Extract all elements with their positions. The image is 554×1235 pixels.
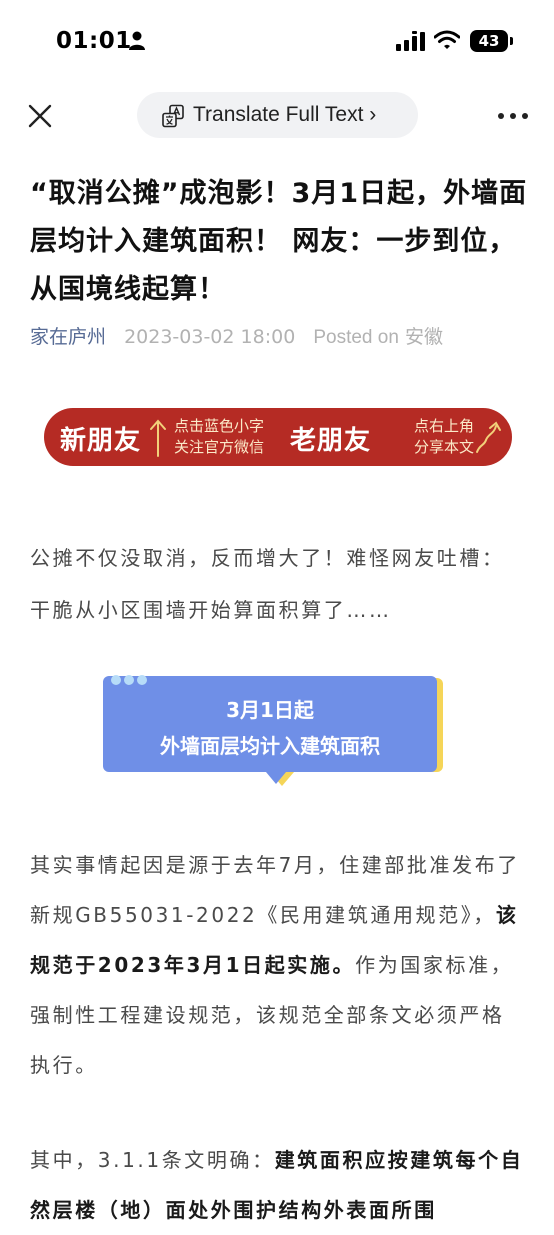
paragraph-background-text-a: 其实事情起因是源于去年7月，住建部批准发布了新规GB55031-2022《民用建… bbox=[30, 853, 520, 927]
translate-icon bbox=[162, 104, 184, 128]
highlight-card-line1: 3月1日起 bbox=[226, 698, 314, 722]
paragraph-clause-text: 其中，3.1.1条文明确： bbox=[30, 1148, 275, 1172]
wifi-icon bbox=[434, 30, 460, 49]
up-arrow-icon bbox=[150, 419, 166, 457]
article-meta: 家在庐州 2023-03-02 18:00 Posted on 安徽 bbox=[30, 322, 443, 349]
banner-new-hint-line2: 关注官方微信 bbox=[174, 438, 265, 456]
battery-icon: 43 bbox=[470, 30, 508, 52]
translate-label: Translate Full Text › bbox=[193, 103, 377, 126]
translate-full-text-button[interactable]: Translate Full Text › bbox=[137, 92, 418, 138]
paragraph-intro: 公摊不仅没取消，反而增大了！难怪网友吐槽：干脆从小区围墙开始算面积算了…… bbox=[30, 546, 505, 622]
card-dots bbox=[111, 670, 150, 689]
account-name-link[interactable]: 家在庐州 bbox=[30, 326, 106, 348]
banner-new-friend: 新朋友 bbox=[60, 426, 142, 456]
status-bar: 01:01 43 bbox=[0, 0, 554, 84]
publish-location: 安徽 bbox=[404, 326, 443, 348]
banner-old-hint-line2: 分享本文 bbox=[414, 438, 475, 456]
highlight-card-line2: 外墙面层均计入建筑面积 bbox=[160, 734, 380, 758]
publish-date: 2023-03-02 18:00 bbox=[124, 326, 296, 348]
banner-new-hint-line1: 点击蓝色小字 bbox=[174, 417, 265, 435]
banner-new-hint: 点击蓝色小字 关注官方微信 bbox=[174, 416, 264, 458]
banner-old-friend: 老朋友 bbox=[290, 426, 372, 456]
more-icon[interactable] bbox=[498, 106, 528, 126]
signal-icon bbox=[396, 31, 425, 51]
highlight-card: 3月1日起 外墙面层均计入建筑面积 bbox=[103, 675, 437, 772]
banner-old-hint-line1: 点右上角 bbox=[414, 417, 475, 435]
banner-old-hint: 点右上角 分享本文 bbox=[414, 416, 474, 458]
follow-share-banner[interactable]: 新朋友 点击蓝色小字 关注官方微信 老朋友 点右上角 分享本文 bbox=[44, 408, 512, 466]
paragraph-clause: 其中，3.1.1条文明确：建筑面积应按建筑每个自然层楼（地）面处外围护结构外表面… bbox=[30, 1135, 526, 1235]
highlight-card-tail bbox=[266, 772, 286, 784]
person-icon bbox=[129, 31, 145, 50]
posted-on-label: Posted on bbox=[313, 327, 399, 348]
status-time: 01:01 bbox=[56, 28, 132, 54]
close-icon[interactable] bbox=[28, 104, 52, 128]
curved-arrow-icon bbox=[476, 421, 501, 453]
article-title: “取消公摊”成泡影！3月1日起，外墙面层均计入建筑面积！ 网友：一步到位，从国境… bbox=[30, 178, 528, 305]
paragraph-background: 其实事情起因是源于去年7月，住建部批准发布了新规GB55031-2022《民用建… bbox=[30, 840, 526, 1090]
battery-tip bbox=[510, 37, 513, 45]
